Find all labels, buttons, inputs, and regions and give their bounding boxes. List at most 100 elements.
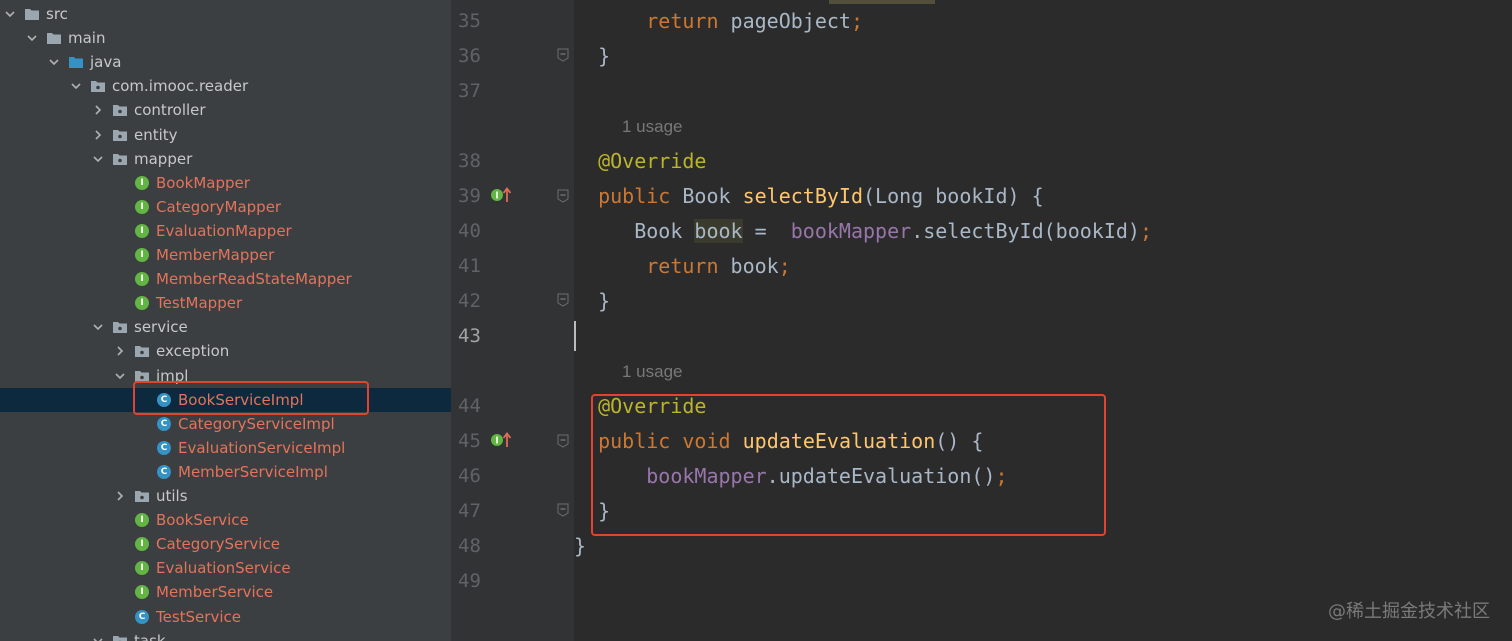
code-token: .updateEvaluation() bbox=[766, 464, 996, 488]
tree-item-evaluationmapper[interactable]: I EvaluationMapper bbox=[0, 219, 451, 243]
tree-item-categoryservice[interactable]: I CategoryService bbox=[0, 532, 451, 556]
tree-item-memberreadstatemapper[interactable]: I MemberReadStateMapper bbox=[0, 267, 451, 291]
tree-item-bookservice[interactable]: I BookService bbox=[0, 508, 451, 532]
tree-item-com-imooc-reader[interactable]: com.imooc.reader bbox=[0, 74, 451, 98]
tree-item-testmapper[interactable]: I TestMapper bbox=[0, 291, 451, 315]
interface-icon: I bbox=[134, 271, 150, 287]
tree-item-utils[interactable]: utils bbox=[0, 484, 451, 508]
code-token: } bbox=[574, 534, 587, 558]
tree-item-membermapper[interactable]: I MemberMapper bbox=[0, 243, 451, 267]
code-line-47[interactable]: } bbox=[574, 494, 610, 529]
class-icon: C bbox=[134, 609, 150, 625]
chevron-down-icon[interactable] bbox=[112, 368, 128, 384]
line-number: 37 bbox=[458, 80, 481, 102]
code-token: Book bbox=[574, 219, 695, 243]
tree-item-java[interactable]: java bbox=[0, 50, 451, 74]
tree-item-task[interactable]: task bbox=[0, 629, 451, 641]
implements-method-icon[interactable] bbox=[490, 187, 514, 203]
code-line-40[interactable]: Book book = bookMapper.selectById(bookId… bbox=[574, 214, 1152, 249]
fold-marker-icon[interactable] bbox=[557, 48, 569, 62]
tree-item-memberservice[interactable]: I MemberService bbox=[0, 580, 451, 604]
tree-item-label: exception bbox=[156, 342, 230, 361]
class-icon: C bbox=[156, 464, 172, 480]
tree-item-label: EvaluationService bbox=[156, 559, 291, 578]
tree-item-categorymapper[interactable]: I CategoryMapper bbox=[0, 195, 451, 219]
code-line-45[interactable]: public void updateEvaluation() { bbox=[574, 424, 983, 459]
code-editor[interactable] bbox=[574, 0, 1512, 641]
tree-item-label: EvaluationMapper bbox=[156, 221, 292, 240]
fold-marker-icon[interactable] bbox=[557, 189, 569, 203]
tree-item-service[interactable]: service bbox=[0, 315, 451, 339]
code-token: bookMapper bbox=[790, 219, 912, 243]
tree-item-label: service bbox=[134, 318, 188, 337]
fold-marker-icon[interactable] bbox=[557, 434, 569, 448]
code-token: } bbox=[574, 499, 611, 523]
line-number: 41 bbox=[458, 255, 481, 277]
tree-item-categoryserviceimpl[interactable]: C CategoryServiceImpl bbox=[0, 412, 451, 436]
code-line-35[interactable]: return pageObject; bbox=[574, 4, 863, 39]
line-number: 35 bbox=[458, 10, 481, 32]
usage-hint-selectById[interactable]: 1 usage bbox=[622, 112, 683, 142]
chevron-right-icon[interactable] bbox=[112, 488, 128, 504]
tree-item-memberserviceimpl[interactable]: C MemberServiceImpl bbox=[0, 460, 451, 484]
tree-item-controller[interactable]: controller bbox=[0, 98, 451, 122]
code-token: .selectById(bookId) bbox=[911, 219, 1140, 243]
fold-marker-icon[interactable] bbox=[557, 503, 569, 517]
tree-item-bookmapper[interactable]: I BookMapper bbox=[0, 171, 451, 195]
chevron-right-icon[interactable] bbox=[90, 102, 106, 118]
code-line-48[interactable]: } bbox=[574, 529, 586, 564]
code-token: @Override bbox=[598, 394, 707, 418]
package-folder-icon bbox=[112, 102, 128, 118]
chevron-down-icon[interactable] bbox=[90, 151, 106, 167]
code-line-44[interactable]: @Override bbox=[574, 389, 706, 424]
code-token: bookMapper bbox=[646, 464, 767, 488]
tree-item-evaluationserviceimpl[interactable]: C EvaluationServiceImpl bbox=[0, 436, 451, 460]
code-line-42[interactable]: } bbox=[574, 284, 610, 319]
tree-item-label: task bbox=[134, 631, 166, 641]
code-token: () { bbox=[935, 429, 984, 453]
chevron-down-icon[interactable] bbox=[68, 78, 84, 94]
tree-item-entity[interactable]: entity bbox=[0, 123, 451, 147]
line-number: 43 bbox=[458, 325, 481, 347]
chevron-down-icon[interactable] bbox=[2, 6, 18, 22]
tree-item-label: EvaluationServiceImpl bbox=[178, 438, 346, 457]
code-line-36[interactable]: } bbox=[574, 39, 610, 74]
line-number: 38 bbox=[458, 150, 481, 172]
tree-item-evaluationservice[interactable]: I EvaluationService bbox=[0, 556, 451, 580]
code-token: book bbox=[718, 254, 779, 278]
implements-method-icon[interactable] bbox=[490, 432, 514, 448]
tree-item-mapper[interactable]: mapper bbox=[0, 147, 451, 171]
tree-item-main[interactable]: main bbox=[0, 26, 451, 50]
interface-icon: I bbox=[134, 199, 150, 215]
chevron-right-icon[interactable] bbox=[112, 343, 128, 359]
folder-icon bbox=[24, 6, 40, 22]
project-tree-panel: src main java com.imooc.reader controller ent… bbox=[0, 0, 451, 641]
tree-item-label: BookMapper bbox=[156, 173, 250, 192]
code-token: return bbox=[646, 254, 719, 278]
tree-item-label: CategoryMapper bbox=[156, 197, 282, 216]
chevron-down-icon[interactable] bbox=[90, 319, 106, 335]
interface-icon: I bbox=[134, 175, 150, 191]
fold-marker-icon[interactable] bbox=[557, 293, 569, 307]
chevron-down-icon[interactable] bbox=[90, 633, 106, 641]
chevron-down-icon[interactable] bbox=[46, 54, 62, 70]
code-line-46[interactable]: bookMapper.updateEvaluation(); bbox=[574, 459, 1007, 494]
code-line-38[interactable]: @Override bbox=[574, 144, 706, 179]
selected-file-highlight-box bbox=[133, 381, 369, 415]
tree-item-testservice[interactable]: C TestService bbox=[0, 605, 451, 629]
code-token: @Override bbox=[598, 149, 707, 173]
code-token: Book bbox=[670, 184, 743, 208]
interface-icon: I bbox=[134, 223, 150, 239]
usage-hint-updateEvaluation[interactable]: 1 usage bbox=[622, 357, 683, 387]
line-number: 36 bbox=[458, 45, 481, 67]
chevron-right-icon[interactable] bbox=[90, 127, 106, 143]
code-line-41[interactable]: return book; bbox=[574, 249, 791, 284]
code-token: ; bbox=[850, 9, 863, 33]
tree-item-exception[interactable]: exception bbox=[0, 339, 451, 363]
line-number: 44 bbox=[458, 395, 481, 417]
tree-item-src[interactable]: src bbox=[0, 2, 451, 26]
chevron-down-icon[interactable] bbox=[24, 30, 40, 46]
code-line-39[interactable]: public Book selectById(Long bookId) { bbox=[574, 179, 1044, 214]
